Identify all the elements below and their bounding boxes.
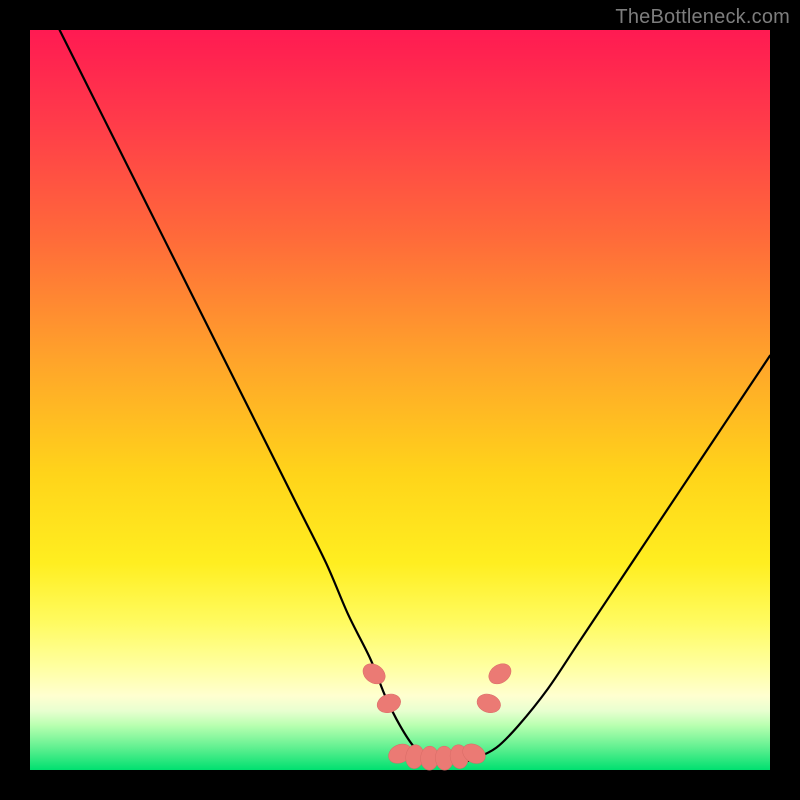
curve-svg xyxy=(30,30,770,770)
bottleneck-curve xyxy=(60,30,770,763)
watermark-text: TheBottleneck.com xyxy=(615,6,790,29)
plot-area xyxy=(30,30,770,770)
marker-point xyxy=(375,691,403,716)
marker-point xyxy=(485,660,515,689)
marker-point xyxy=(475,691,503,716)
highlight-markers xyxy=(359,660,515,771)
chart-frame: TheBottleneck.com xyxy=(0,0,800,800)
marker-point xyxy=(359,660,389,689)
